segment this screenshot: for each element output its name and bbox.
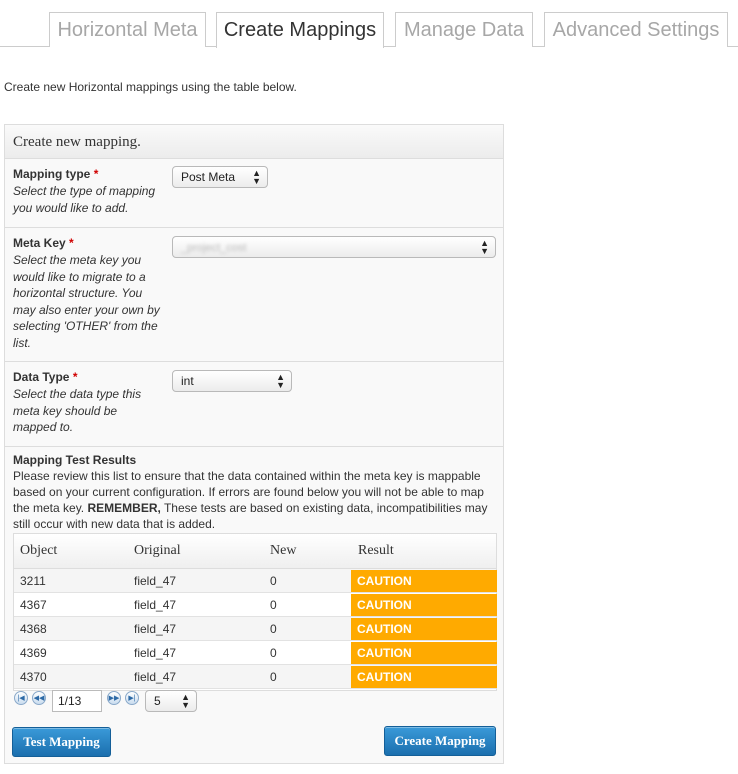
- tab-manage-data[interactable]: Manage Data: [395, 12, 533, 47]
- status-badge: CAUTION: [351, 618, 497, 640]
- results-desc: Please review this list to ensure that t…: [13, 469, 488, 531]
- remember-label: REMEMBER,: [87, 501, 161, 515]
- cell-new: 0: [270, 621, 277, 636]
- column-header-object[interactable]: Object: [20, 534, 57, 568]
- mapping-type-row: Mapping type * Select the type of mappin…: [5, 159, 503, 228]
- meta-key-desc: Select the meta key you would like to mi…: [13, 253, 160, 350]
- cell-original: field_47: [134, 573, 177, 588]
- updown-arrow-icon: ▲ ▼: [276, 372, 285, 390]
- cell-new: 0: [270, 597, 277, 612]
- table-header: Object Original New Result: [14, 534, 496, 569]
- results-table: Object Original New Result 3211 field_47…: [13, 533, 497, 691]
- tab-create-mappings[interactable]: Create Mappings: [216, 12, 384, 48]
- table-body: 3211 field_47 0 CAUTION 4367 field_47 0 …: [14, 569, 497, 689]
- cell-new: 0: [270, 669, 277, 684]
- table-row[interactable]: 3211 field_47 0 CAUTION: [14, 569, 497, 593]
- cell-object: 3211: [20, 573, 46, 588]
- cell-original: field_47: [134, 645, 177, 660]
- updown-arrow-icon: ▲ ▼: [252, 168, 261, 186]
- data-type-select[interactable]: int ▲ ▼: [172, 370, 292, 392]
- cell-original: field_47: [134, 597, 177, 612]
- meta-key-value: _project_cost: [181, 242, 247, 254]
- column-header-original[interactable]: Original: [134, 534, 181, 568]
- data-type-row: Data Type * Select the data type this me…: [5, 362, 503, 447]
- tab-bar: Horizontal Meta Create Mappings Manage D…: [0, 0, 738, 48]
- required-marker: *: [93, 167, 99, 181]
- test-mapping-button[interactable]: Test Mapping: [12, 727, 111, 757]
- cell-object: 4370: [20, 669, 47, 684]
- create-mapping-button[interactable]: Create Mapping: [384, 726, 496, 756]
- required-marker: *: [72, 370, 78, 384]
- status-badge: CAUTION: [351, 570, 497, 592]
- required-marker: *: [69, 236, 74, 250]
- cell-new: 0: [270, 645, 277, 660]
- tab-horizontal-meta[interactable]: Horizontal Meta: [49, 12, 206, 47]
- table-row[interactable]: 4370 field_47 0 CAUTION: [14, 665, 497, 689]
- last-page-icon[interactable]: ▶|: [125, 691, 139, 705]
- column-header-new[interactable]: New: [270, 534, 296, 568]
- meta-key-select[interactable]: _project_cost ▲ ▼: [172, 236, 496, 258]
- status-badge: CAUTION: [351, 642, 497, 664]
- mapping-type-desc: Select the type of mapping you would lik…: [13, 184, 156, 215]
- results-section: Mapping Test Results Please review this …: [5, 447, 503, 540]
- column-header-result[interactable]: Result: [358, 534, 394, 568]
- mapping-type-select[interactable]: Post Meta ▲ ▼: [172, 166, 268, 188]
- status-badge: CAUTION: [351, 594, 497, 616]
- page-size-value: 5: [154, 694, 161, 708]
- data-type-value: int: [181, 374, 194, 388]
- tab-advanced-settings[interactable]: Advanced Settings: [544, 12, 728, 47]
- meta-key-row: Meta Key * Select the meta key you would…: [5, 228, 503, 362]
- table-row[interactable]: 4369 field_47 0 CAUTION: [14, 641, 497, 665]
- cell-object: 4369: [20, 645, 47, 660]
- panel-title: Create new mapping.: [5, 125, 503, 159]
- mapping-type-value: Post Meta: [181, 170, 236, 184]
- create-mapping-panel: Create new mapping. Mapping type * Selec…: [4, 124, 504, 764]
- cell-original: field_47: [134, 621, 177, 636]
- updown-arrow-icon: ▲ ▼: [181, 692, 190, 710]
- intro-text: Create new Horizontal mappings using the…: [4, 80, 297, 94]
- pager: |◀ ◀◀ 1/13 ▶▶ ▶| 5 ▲ ▼: [13, 687, 497, 715]
- status-badge: CAUTION: [351, 666, 497, 688]
- results-title: Mapping Test Results: [13, 453, 137, 467]
- first-page-icon[interactable]: |◀: [14, 691, 28, 705]
- cell-object: 4368: [20, 621, 47, 636]
- page-input[interactable]: 1/13: [52, 690, 102, 712]
- updown-arrow-icon: ▲ ▼: [480, 238, 489, 256]
- cell-original: field_47: [134, 669, 177, 684]
- cell-object: 4367: [20, 597, 47, 612]
- prev-page-icon[interactable]: ◀◀: [32, 691, 46, 705]
- page-size-select[interactable]: 5 ▲ ▼: [145, 690, 197, 712]
- next-page-icon[interactable]: ▶▶: [107, 691, 121, 705]
- cell-new: 0: [270, 573, 277, 588]
- data-type-desc: Select the data type this meta key shoul…: [13, 387, 142, 434]
- table-row[interactable]: 4368 field_47 0 CAUTION: [14, 617, 497, 641]
- table-row[interactable]: 4367 field_47 0 CAUTION: [14, 593, 497, 617]
